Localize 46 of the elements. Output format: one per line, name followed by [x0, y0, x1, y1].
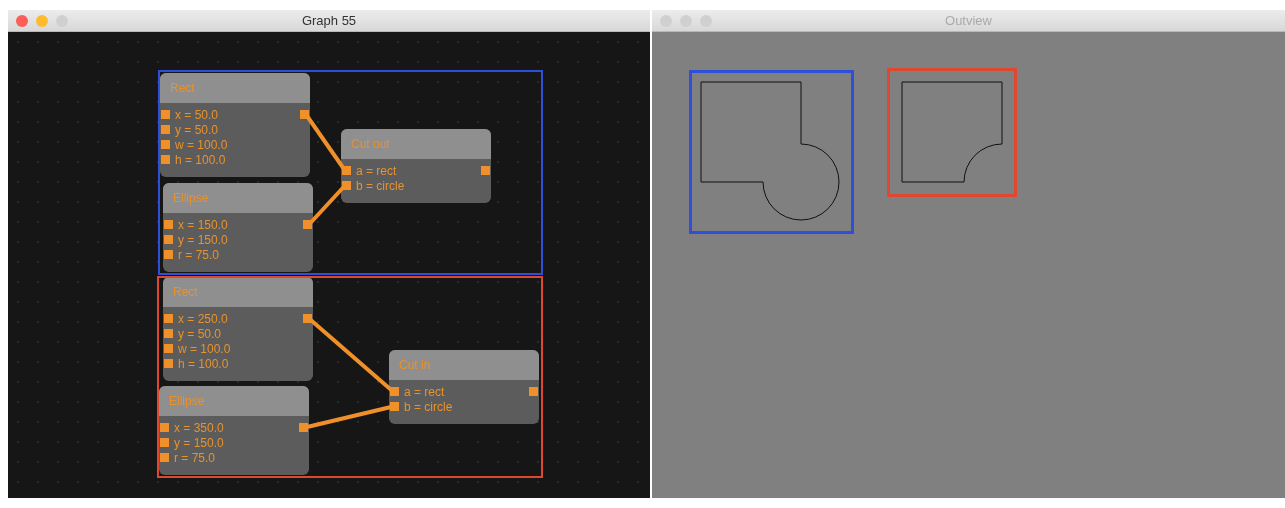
node-title: Cut in: [399, 358, 431, 372]
parameter-label: a = rect: [404, 384, 445, 399]
output-port[interactable]: [481, 166, 490, 175]
node-title: Ellipse: [173, 191, 209, 205]
node-title: Rect: [173, 285, 198, 299]
parameter-label: h = 100.0: [175, 152, 226, 167]
graph-node[interactable]: Cut in a = rect b = circle: [389, 350, 539, 424]
connection-wire: [304, 113, 347, 172]
zoom-button[interactable]: [700, 15, 712, 27]
parameter-label: x = 150.0: [178, 217, 228, 232]
parameter-label: y = 150.0: [178, 232, 228, 247]
node-title: Cut out: [351, 137, 390, 151]
parameter-label: y = 50.0: [178, 326, 222, 341]
minimize-button[interactable]: [680, 15, 692, 27]
graph-node[interactable]: Cut out a = rect b = circle: [341, 129, 491, 203]
close-button[interactable]: [16, 15, 28, 27]
parameter-label: w = 100.0: [178, 341, 231, 356]
minimize-button[interactable]: [36, 15, 48, 27]
output-port[interactable]: [303, 220, 312, 229]
parameter-label: a = rect: [356, 163, 397, 178]
parameter-label: h = 100.0: [178, 356, 229, 371]
window-title: Graph 55: [301, 13, 357, 28]
parameter-label: x = 250.0: [178, 311, 228, 326]
output-port[interactable]: [529, 387, 538, 396]
graph-node[interactable]: Ellipse x = 350.0 y = 150.0 r = 75.0: [159, 386, 309, 475]
graph-node[interactable]: Rect x = 50.0 y = 50.0 w = 100.0 h = 100.0: [160, 73, 310, 177]
output-port[interactable]: [300, 110, 309, 119]
zoom-button[interactable]: [56, 15, 68, 27]
parameter-label: w = 100.0: [175, 137, 228, 152]
parameter-label: y = 150.0: [174, 435, 224, 450]
parameter-label: b = circle: [404, 399, 453, 414]
connection-wire: [307, 184, 347, 226]
parameter-label: r = 75.0: [178, 247, 220, 262]
node-title: Rect: [170, 81, 195, 95]
parameter-label: y = 50.0: [175, 122, 219, 137]
parameter-label: b = circle: [356, 178, 405, 193]
parameter-label: x = 50.0: [175, 107, 219, 122]
close-button[interactable]: [660, 15, 672, 27]
output-port[interactable]: [303, 314, 312, 323]
parameter-label: r = 75.0: [174, 450, 216, 465]
graph-node[interactable]: Rect x = 250.0 y = 50.0 w = 100.0 h = 100.0: [163, 277, 313, 381]
output-port[interactable]: [299, 423, 308, 432]
graph-node[interactable]: Ellipse x = 150.0 y = 150.0 r = 75.0: [163, 183, 313, 272]
node-title: Ellipse: [169, 394, 205, 408]
window-title: Outview: [945, 13, 992, 28]
parameter-label: x = 350.0: [174, 420, 224, 435]
